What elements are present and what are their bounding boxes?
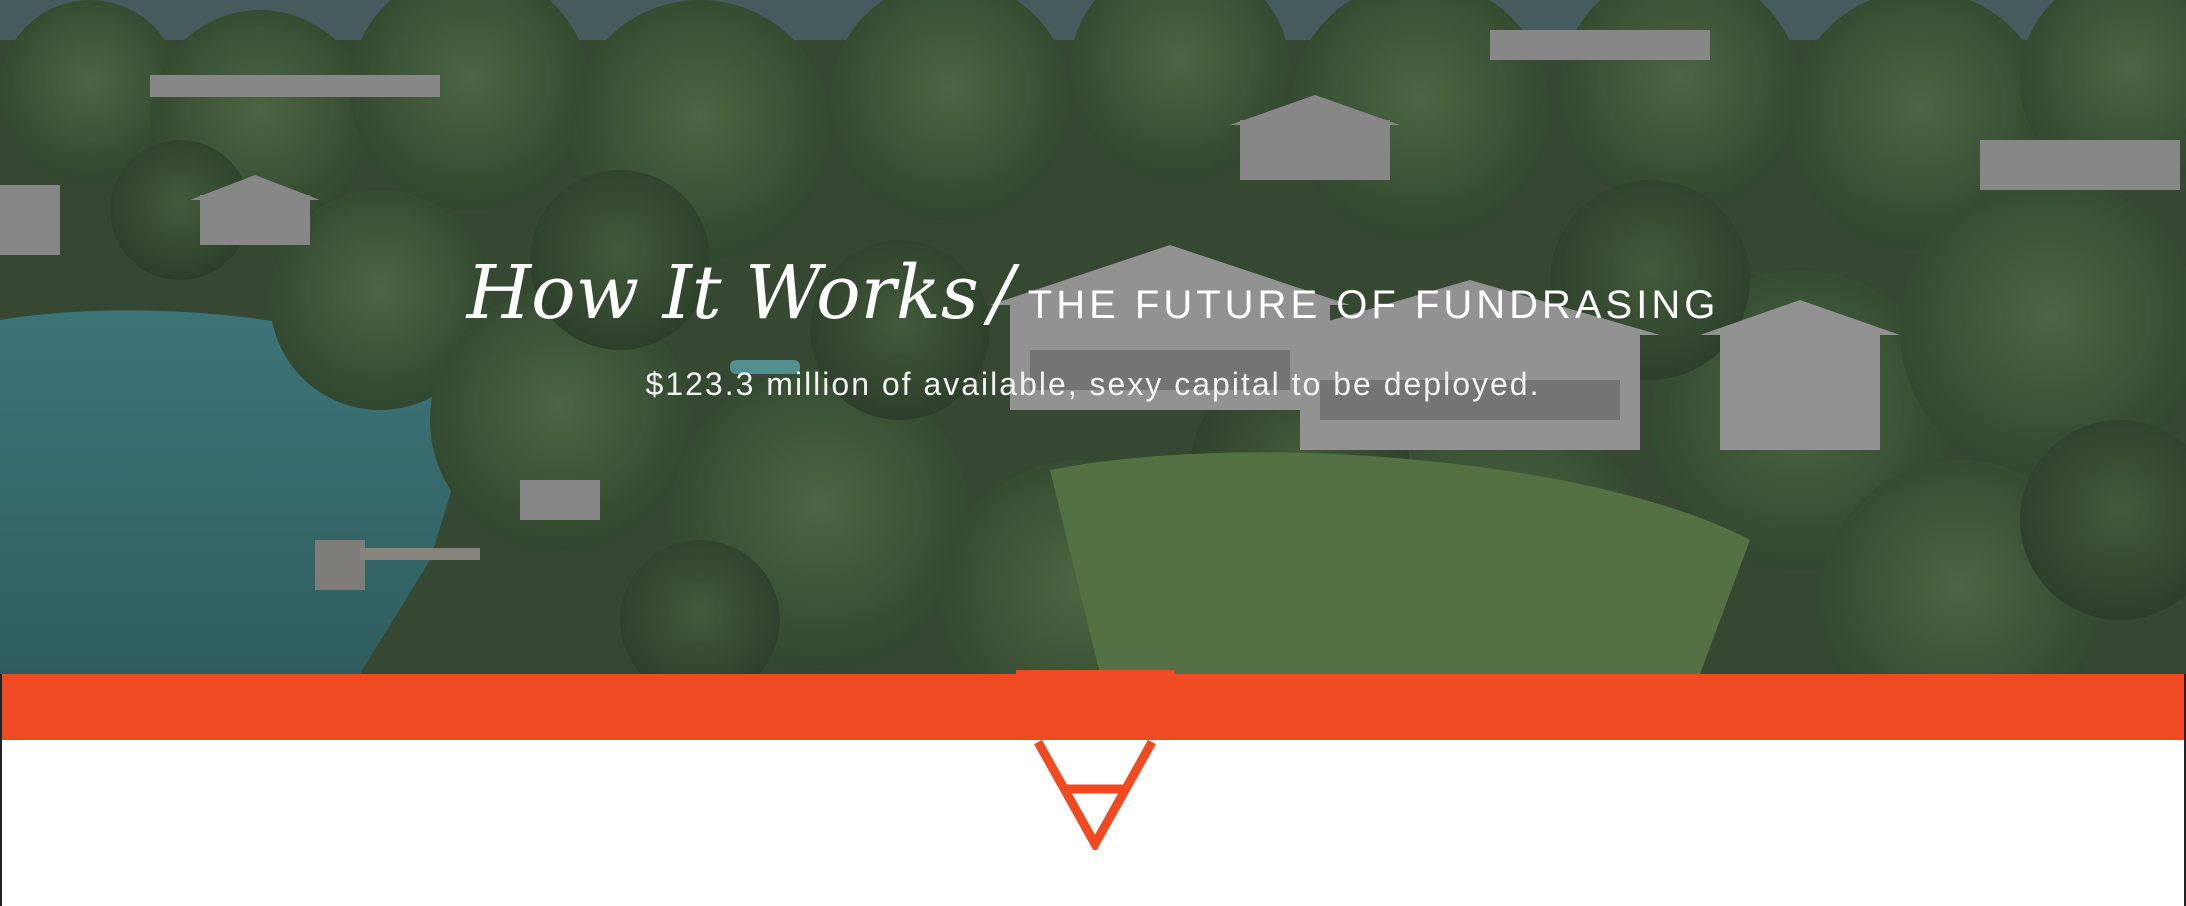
hero-title: How It Works / THE FUTURE OF FUNDRASING (467, 250, 1720, 336)
hero-content: How It Works / THE FUTURE OF FUNDRASING $1… (0, 250, 2186, 403)
hero-title-separator: / (988, 250, 1014, 336)
hero-banner: How It Works / THE FUTURE OF FUNDRASING $1… (0, 0, 2186, 674)
hero-subtitle: $123.3 million of available, sexy capita… (645, 366, 1541, 402)
hero-title-caps: THE FUTURE OF FUNDRASING (1027, 283, 1720, 327)
page: How It Works / THE FUTURE OF FUNDRASING $1… (0, 0, 2186, 906)
accent-band-notch (1016, 670, 1174, 686)
triangle-logo-icon (1034, 740, 1156, 850)
hero-title-script: How It Works (466, 250, 979, 336)
frame-border-left (0, 674, 2, 906)
